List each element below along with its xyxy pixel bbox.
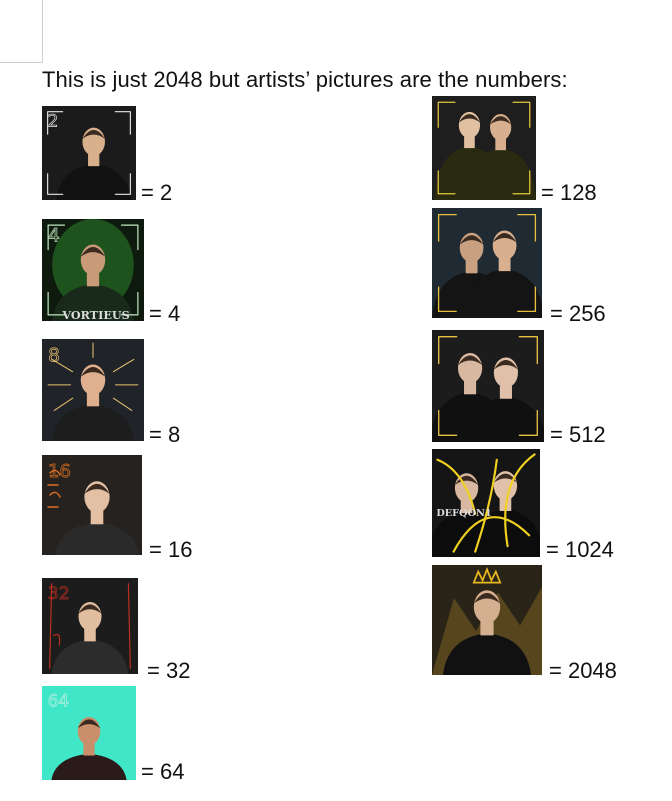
artist-photo-1024: DEFQON1 (432, 449, 540, 557)
artist-photo-16: 16 (42, 455, 142, 555)
value-label-1024: = 1024 (546, 537, 614, 562)
artist-photo-32: 32 (42, 578, 138, 674)
svg-text:2: 2 (48, 111, 59, 131)
artist-photo-4: 4 VORTIEUS (42, 219, 144, 321)
page-margin-corner (0, 0, 43, 63)
artist-photo-8: 8 (42, 339, 144, 441)
artist-photo-256 (432, 208, 542, 318)
document-title: This is just 2048 but artists’ pictures … (42, 67, 568, 92)
artist-photo-2048 (432, 565, 542, 675)
artist-photo-512 (432, 330, 544, 442)
value-label-32: = 32 (147, 658, 191, 683)
svg-text:16: 16 (48, 461, 71, 482)
value-label-4: = 4 (149, 301, 181, 326)
svg-text:8: 8 (48, 345, 60, 366)
value-label-256: = 256 (550, 301, 606, 326)
artist-photo-128 (432, 96, 536, 200)
value-label-8: = 8 (149, 422, 181, 447)
svg-text:64: 64 (48, 691, 70, 711)
svg-text:VORTIEUS: VORTIEUS (61, 308, 129, 321)
value-label-128: = 128 (541, 180, 597, 205)
value-label-16: = 16 (149, 537, 193, 562)
svg-text:32: 32 (48, 584, 70, 604)
artist-photo-2: 2 (42, 106, 136, 200)
value-label-64: = 64 (141, 759, 185, 784)
svg-text:4: 4 (48, 225, 60, 246)
artist-photo-64: 64 (42, 686, 136, 780)
value-label-2048: = 2048 (549, 658, 617, 683)
value-label-2: = 2 (141, 180, 173, 205)
value-label-512: = 512 (550, 422, 606, 447)
svg-text:DEFQON1: DEFQON1 (436, 508, 491, 519)
